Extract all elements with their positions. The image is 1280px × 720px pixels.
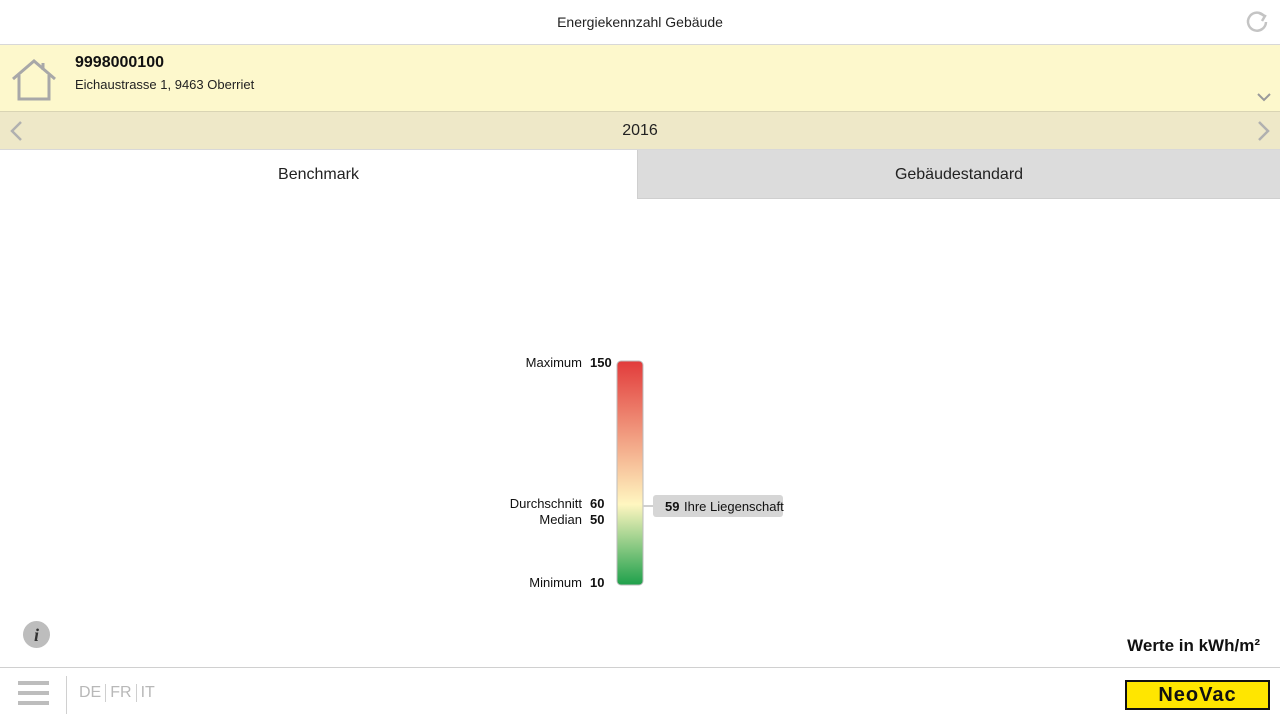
language-switcher: DE FR IT <box>75 684 159 702</box>
divider <box>66 676 67 714</box>
scale-label-name: Maximum <box>526 355 582 370</box>
chevron-down-icon[interactable] <box>1256 89 1272 105</box>
year-label: 2016 <box>622 122 658 139</box>
refresh-icon[interactable] <box>1244 8 1270 34</box>
tab-bar: Benchmark Gebäudestandard <box>0 150 1280 199</box>
chevron-right-icon[interactable] <box>1252 120 1274 142</box>
benchmark-chart-svg: Maximum 150 Durchschnitt 60 Median 50 Minimum 1… <box>510 355 784 590</box>
benchmark-chart: Maximum 150 Durchschnitt 60 Median 50 Minimum 1… <box>490 345 810 605</box>
marker-label: Ihre Liegenschaft <box>684 499 784 514</box>
scale-label-name: Minimum <box>529 575 582 590</box>
scale-label-value: 150 <box>590 355 612 370</box>
lang-fr[interactable]: FR <box>106 684 135 701</box>
svg-text:i: i <box>34 625 39 645</box>
tab-gebaeudestandard[interactable]: Gebäudestandard <box>637 150 1280 199</box>
year-navigation: 2016 <box>0 112 1280 150</box>
tab-benchmark[interactable]: Benchmark <box>0 150 637 199</box>
top-bar: Energiekennzahl Gebäude <box>0 0 1280 45</box>
scale-bar <box>616 360 644 586</box>
info-icon[interactable]: i <box>22 620 51 649</box>
house-icon <box>12 59 56 101</box>
property-id: 9998000100 <box>75 54 164 71</box>
property-address: Eichaustrasse 1, 9463 Oberriet <box>75 77 255 92</box>
scale-label-value: 50 <box>590 512 604 527</box>
scale-label-value: 60 <box>590 496 604 511</box>
page-title: Energiekennzahl Gebäude <box>557 14 723 30</box>
scale-label-value: 10 <box>590 575 604 590</box>
lang-it[interactable]: IT <box>137 684 159 701</box>
marker-value: 59 <box>665 499 679 514</box>
property-header[interactable]: 9998000100 Eichaustrasse 1, 9463 Oberrie… <box>0 45 1280 112</box>
units-label: Werte in kWh/m² <box>1127 636 1260 655</box>
menu-icon[interactable] <box>18 681 49 709</box>
neovac-logo: NeoVac <box>1125 680 1270 710</box>
lang-de[interactable]: DE <box>75 684 105 701</box>
bottom-bar: DE FR IT NeoVac <box>0 667 1280 720</box>
scale-label-name: Durchschnitt <box>510 496 583 511</box>
scale-label-name: Median <box>539 512 582 527</box>
